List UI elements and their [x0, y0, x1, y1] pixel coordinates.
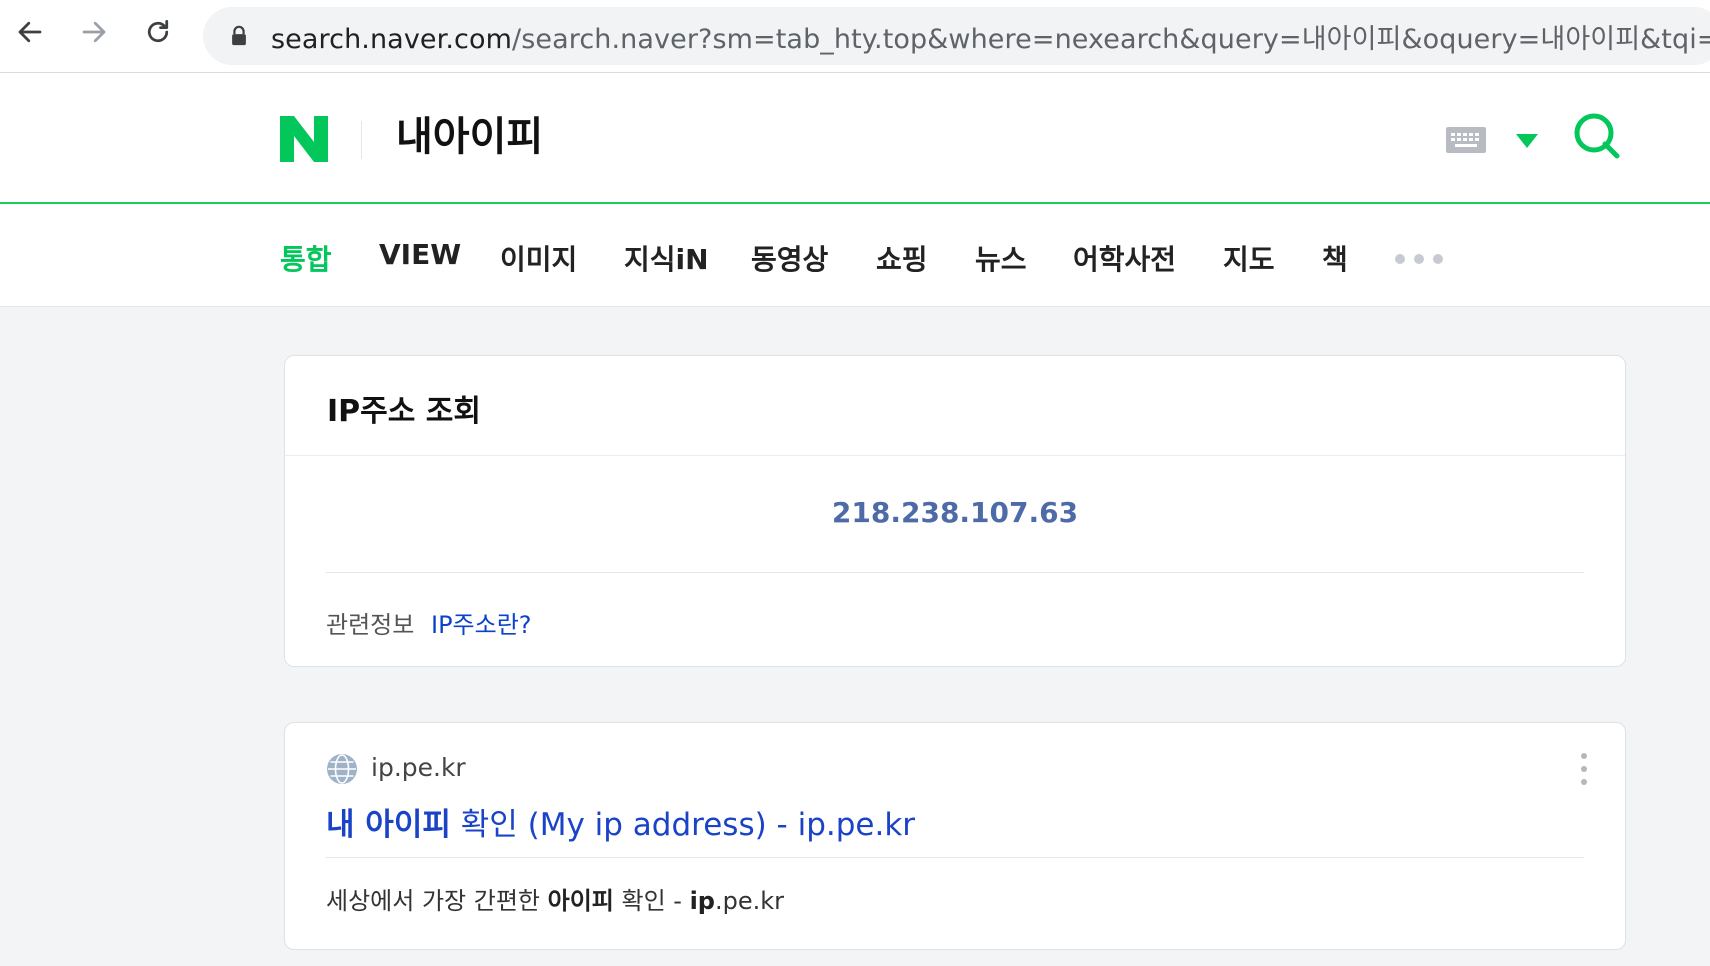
- divider: [326, 857, 1584, 858]
- result-site-name[interactable]: ip.pe.kr: [371, 753, 466, 782]
- tab-dictionary[interactable]: 어학사전: [1073, 238, 1176, 278]
- ip-lookup-card: IP주소 조회 218.238.107.63 관련정보 IP주소란?: [284, 355, 1626, 667]
- search-icon[interactable]: [1572, 111, 1622, 161]
- divider: [326, 572, 1584, 573]
- naver-logo[interactable]: [280, 116, 328, 162]
- forward-arrow-icon: [82, 21, 106, 43]
- result-title-link[interactable]: 내 아이피 확인 (My ip address) - ip.pe.kr: [326, 799, 915, 844]
- ip-address-value: 218.238.107.63: [831, 496, 1079, 529]
- snippet-text: .pe.kr: [714, 887, 785, 915]
- result-title-text: 확인 (My ip address) - ip.pe.kr: [450, 807, 916, 843]
- tab-shopping[interactable]: 쇼핑: [876, 238, 928, 278]
- snippet-highlight: ip: [689, 887, 715, 915]
- tab-books[interactable]: 책: [1322, 238, 1348, 278]
- search-input[interactable]: [396, 110, 1196, 156]
- dropdown-caret-icon[interactable]: [1516, 134, 1538, 148]
- tab-images[interactable]: 이미지: [500, 238, 577, 278]
- browser-toolbar: search.naver.com/search.naver?sm=tab_hty…: [0, 0, 1710, 73]
- forward-button[interactable]: [76, 14, 112, 50]
- url-path: /search.naver?sm=tab_hty.top&where=nexea…: [512, 23, 1710, 55]
- related-info-label: 관련정보: [326, 611, 415, 639]
- related-info-link[interactable]: IP주소란?: [431, 605, 532, 640]
- tab-view[interactable]: VIEW: [379, 238, 461, 271]
- card-title: IP주소 조회: [327, 394, 481, 429]
- address-bar[interactable]: search.naver.com/search.naver?sm=tab_hty…: [203, 7, 1710, 65]
- url-text: search.naver.com/search.naver?sm=tab_hty…: [271, 17, 1710, 56]
- snippet-text: 확인 -: [613, 887, 690, 915]
- logo-divider: [361, 121, 362, 159]
- result-snippet: 세상에서 가장 간편한 아이피 확인 - ip.pe.kr: [326, 881, 784, 916]
- tab-integrated[interactable]: 통합: [280, 238, 332, 278]
- reload-button[interactable]: [140, 14, 176, 50]
- back-arrow-icon: [18, 21, 42, 43]
- tab-knowledge-in[interactable]: 지식iN: [624, 238, 709, 278]
- globe-icon: [327, 754, 357, 784]
- divider: [285, 455, 1625, 456]
- snippet-highlight: 아이피: [547, 887, 614, 915]
- reload-icon: [147, 20, 169, 43]
- search-header: [0, 73, 1710, 204]
- web-result-card: ip.pe.kr 내 아이피 확인 (My ip address) - ip.p…: [284, 722, 1626, 950]
- more-tabs-icon[interactable]: [1395, 254, 1443, 264]
- tab-news[interactable]: 뉴스: [975, 238, 1027, 278]
- more-options-icon[interactable]: [1579, 753, 1589, 785]
- tab-maps[interactable]: 지도: [1223, 238, 1275, 278]
- keyboard-icon[interactable]: [1446, 127, 1486, 153]
- tab-videos[interactable]: 동영상: [751, 238, 828, 278]
- snippet-text: 세상에서 가장 간편한: [326, 887, 548, 915]
- result-title-highlight: 내 아이피: [326, 807, 451, 843]
- url-host: search.naver.com: [271, 23, 512, 55]
- back-button[interactable]: [12, 14, 48, 50]
- lock-icon: [232, 25, 246, 46]
- search-tabs: 통합 VIEW 이미지 지식iN 동영상 쇼핑 뉴스 어학사전 지도 책: [0, 204, 1710, 307]
